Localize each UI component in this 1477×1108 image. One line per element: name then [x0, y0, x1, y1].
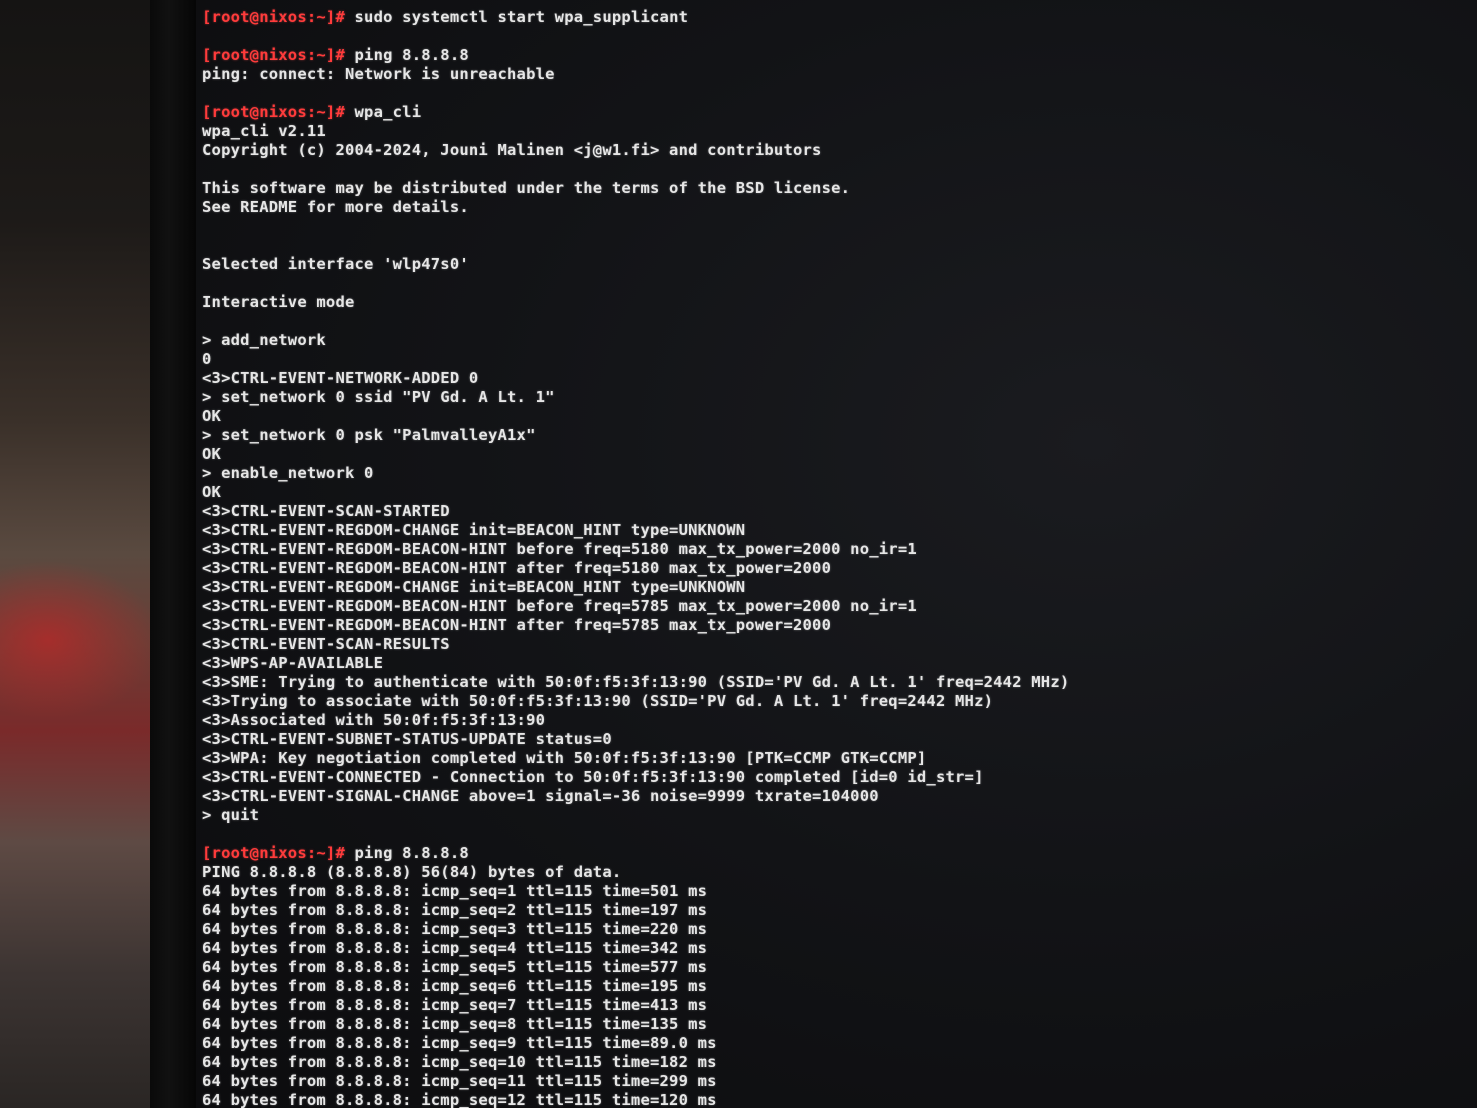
output-line: 64 bytes from 8.8.8.8: icmp_seq=6 ttl=11…: [202, 977, 708, 995]
output-line: 64 bytes from 8.8.8.8: icmp_seq=1 ttl=11…: [202, 882, 708, 900]
shell-prompt: [root@nixos:~]#: [202, 46, 345, 64]
output-line: OK: [202, 483, 222, 501]
terminal-screen[interactable]: [root@nixos:~]# sudo systemctl start wpa…: [196, 0, 1477, 1108]
output-line: <3>Trying to associate with 50:0f:f5:3f:…: [202, 692, 994, 710]
output-line: <3>CTRL-EVENT-NETWORK-ADDED 0: [202, 369, 479, 387]
command-line: [root@nixos:~]# sudo systemctl start wpa…: [202, 8, 1472, 27]
command-text: sudo systemctl start wpa_supplicant: [344, 8, 689, 26]
output-line: 64 bytes from 8.8.8.8: icmp_seq=12 ttl=1…: [202, 1091, 717, 1108]
output-line: <3>CTRL-EVENT-REGDOM-CHANGE init=BEACON_…: [202, 578, 746, 596]
output-line: <3>CTRL-EVENT-REGDOM-BEACON-HINT after f…: [202, 559, 832, 577]
output-line: > quit: [202, 806, 260, 824]
shell-prompt: [root@nixos:~]#: [202, 844, 345, 862]
output-line: <3>CTRL-EVENT-REGDOM-BEACON-HINT before …: [202, 540, 917, 558]
output-line: > set_network 0 ssid "PV Gd. A Lt. 1": [202, 388, 555, 406]
shell-prompt: [root@nixos:~]#: [202, 8, 345, 26]
output-line: <3>CTRL-EVENT-REGDOM-BEACON-HINT after f…: [202, 616, 832, 634]
shell-prompt: [root@nixos:~]#: [202, 103, 345, 121]
output-line: <3>CTRL-EVENT-CONNECTED - Connection to …: [202, 768, 984, 786]
output-line: <3>CTRL-EVENT-REGDOM-BEACON-HINT before …: [202, 597, 917, 615]
output-line: Selected interface 'wlp47s0': [202, 255, 469, 273]
output-line: 64 bytes from 8.8.8.8: icmp_seq=9 ttl=11…: [202, 1034, 717, 1052]
output-line: 64 bytes from 8.8.8.8: icmp_seq=3 ttl=11…: [202, 920, 708, 938]
output-line: OK: [202, 407, 222, 425]
output-line: 64 bytes from 8.8.8.8: icmp_seq=10 ttl=1…: [202, 1053, 717, 1071]
output-line: <3>Associated with 50:0f:f5:3f:13:90: [202, 711, 546, 729]
output-line: PING 8.8.8.8 (8.8.8.8) 56(84) bytes of d…: [202, 863, 622, 881]
command-text: wpa_cli: [344, 103, 422, 121]
output-line: > enable_network 0: [202, 464, 374, 482]
output-line: 64 bytes from 8.8.8.8: icmp_seq=11 ttl=1…: [202, 1072, 717, 1090]
command-line: [root@nixos:~]# wpa_cli: [202, 103, 1472, 122]
output-line: 0: [202, 350, 212, 368]
output-line: <3>CTRL-EVENT-SCAN-RESULTS: [202, 635, 450, 653]
output-line: <3>CTRL-EVENT-SCAN-STARTED: [202, 502, 450, 520]
command-line: [root@nixos:~]# ping 8.8.8.8: [202, 844, 1472, 863]
output-line: 64 bytes from 8.8.8.8: icmp_seq=4 ttl=11…: [202, 939, 708, 957]
command-text: ping 8.8.8.8: [344, 46, 469, 64]
command-text: ping 8.8.8.8: [344, 844, 469, 862]
output-line: 64 bytes from 8.8.8.8: icmp_seq=7 ttl=11…: [202, 996, 708, 1014]
output-line: <3>WPA: Key negotiation completed with 5…: [202, 749, 927, 767]
terminal-output: [root@nixos:~]# sudo systemctl start wpa…: [202, 8, 1472, 1108]
output-line: wpa_cli v2.11: [202, 122, 326, 140]
output-line: Copyright (c) 2004-2024, Jouni Malinen <…: [202, 141, 822, 159]
output-line: <3>CTRL-EVENT-SUBNET-STATUS-UPDATE statu…: [202, 730, 612, 748]
output-line: > add_network: [202, 331, 326, 349]
output-line: OK: [202, 445, 222, 463]
output-line: <3>SME: Trying to authenticate with 50:0…: [202, 673, 1070, 691]
output-line: <3>CTRL-EVENT-REGDOM-CHANGE init=BEACON_…: [202, 521, 746, 539]
monitor-bezel: [150, 0, 198, 1108]
output-line: > set_network 0 psk "PalmvalleyA1x": [202, 426, 536, 444]
output-line: This software may be distributed under t…: [202, 179, 851, 197]
output-line: 64 bytes from 8.8.8.8: icmp_seq=5 ttl=11…: [202, 958, 708, 976]
output-line: <3>CTRL-EVENT-SIGNAL-CHANGE above=1 sign…: [202, 787, 879, 805]
output-line: Interactive mode: [202, 293, 355, 311]
output-line: <3>WPS-AP-AVAILABLE: [202, 654, 384, 672]
output-line: 64 bytes from 8.8.8.8: icmp_seq=8 ttl=11…: [202, 1015, 708, 1033]
output-line: ping: connect: Network is unreachable: [202, 65, 555, 83]
output-line: 64 bytes from 8.8.8.8: icmp_seq=2 ttl=11…: [202, 901, 708, 919]
output-line: See README for more details.: [202, 198, 469, 216]
command-line: [root@nixos:~]# ping 8.8.8.8: [202, 46, 1472, 65]
